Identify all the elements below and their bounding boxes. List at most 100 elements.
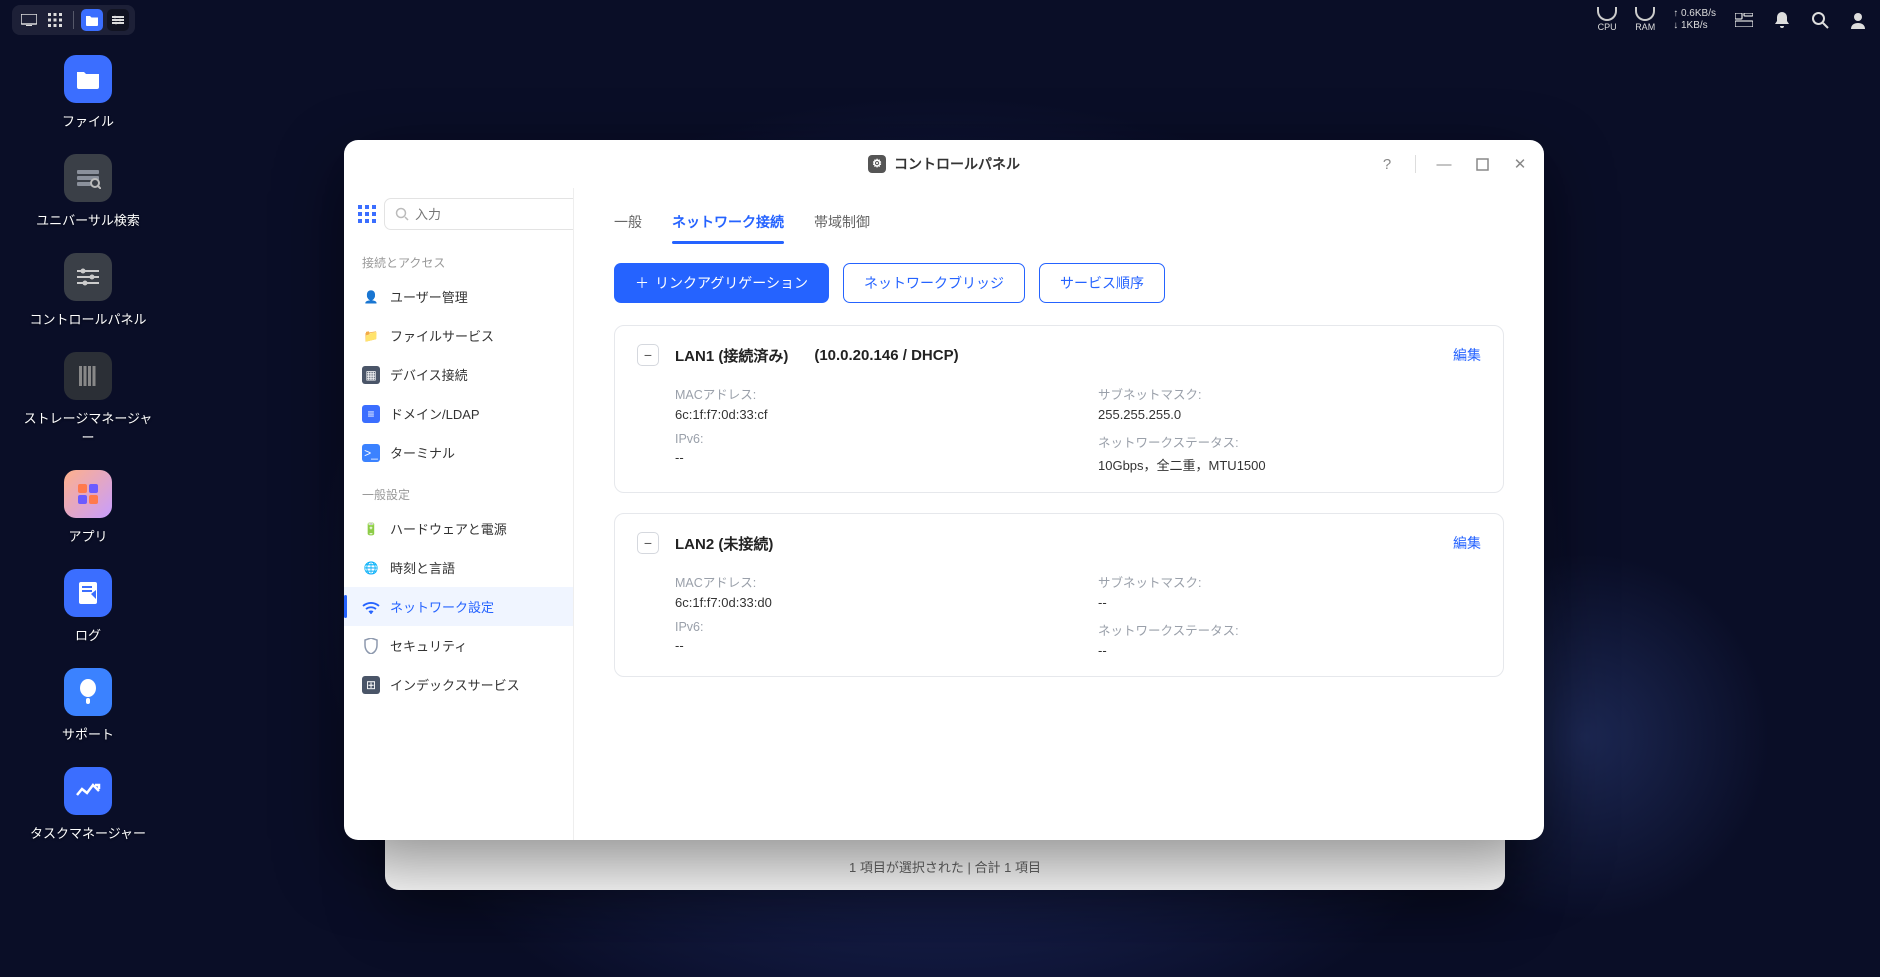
tab-bandwidth-control[interactable]: 帯域制御 [814,206,870,244]
upload-speed: ↑ 0.6KB/s [1673,8,1716,20]
desktop-icon-support[interactable]: サポート [18,668,158,743]
edit-button[interactable]: 編集 [1453,533,1481,553]
desktop-icon-control-panel[interactable]: コントロールパネル [18,253,158,328]
desktop-icon-apps[interactable]: アプリ [18,470,158,545]
help-icon[interactable]: ? [1377,154,1397,174]
cpu-label: CPU [1598,23,1617,33]
sidebar-item-label: インデックスサービス [390,675,520,694]
icon-label: コントロールパネル [29,309,146,328]
button-label: リンクアグリゲーション [655,273,808,293]
download-speed: ↓ 1KB/s [1673,20,1716,32]
sidebar-item-user-management[interactable]: 👤ユーザー管理 [344,277,573,316]
icon-label: サポート [62,724,114,743]
search-icon[interactable] [1810,10,1830,30]
sidebar-item-domain-ldap[interactable]: ≡ドメイン/LDAP [344,394,573,433]
network-bridge-button[interactable]: ネットワークブリッジ [843,263,1025,303]
sidebar-item-security[interactable]: セキュリティ [344,626,573,665]
edit-button[interactable]: 編集 [1453,345,1481,365]
desktop-icon[interactable] [18,9,40,31]
control-panel-taskbar-icon[interactable] [107,9,129,31]
titlebar: ⚙ コントロールパネル ? — ✕ [344,140,1544,188]
search-input[interactable] [415,207,574,222]
sidebar-item-terminal[interactable]: >_ターミナル [344,433,573,472]
close-button[interactable]: ✕ [1510,154,1530,174]
icon-label: ストレージマネージャー [18,408,158,446]
desktop-icons: ファイル ユニバーサル検索 コントロールパネル ストレージマネージャー アプリ … [18,55,158,842]
sidebar: 接続とアクセス 👤ユーザー管理 📁ファイルサービス ▦デバイス接続 ≡ドメイン/… [344,188,574,840]
mac-label: MACアドレス: [675,384,1058,403]
status-value: 10Gbps，全二重，MTU1500 [1098,455,1481,474]
link-aggregation-button[interactable]: ＋ リンクアグリゲーション [614,263,829,303]
subnet-value: -- [1098,595,1481,610]
subnet-label: サブネットマスク: [1098,384,1481,403]
tab-network-connection[interactable]: ネットワーク接続 [672,206,784,244]
widgets-icon[interactable] [1734,10,1754,30]
notifications-icon[interactable] [1772,10,1792,30]
plus-icon: ＋ [635,273,649,293]
sidebar-item-label: ネットワーク設定 [390,597,494,616]
minimize-button[interactable]: — [1434,154,1454,174]
subnet-value: 255.255.255.0 [1098,407,1481,422]
action-buttons: ＋ リンクアグリゲーション ネットワークブリッジ サービス順序 [614,263,1504,303]
network-speeds: ↑ 0.6KB/s ↓ 1KB/s [1673,8,1716,32]
service-order-button[interactable]: サービス順序 [1039,263,1165,303]
taskbar: CPU RAM ↑ 0.6KB/s ↓ 1KB/s [0,0,1880,40]
icon-label: タスクマネージャー [30,823,146,842]
sidebar-item-file-service[interactable]: 📁ファイルサービス [344,316,573,355]
collapse-button[interactable]: − [637,532,659,554]
ipv6-value: -- [675,450,1058,465]
sidebar-item-device-connection[interactable]: ▦デバイス接続 [344,355,573,394]
sidebar-item-label: 時刻と言語 [390,558,455,577]
sidebar-item-label: デバイス接続 [390,365,468,384]
sidebar-item-hardware-power[interactable]: 🔋ハードウェアと電源 [344,509,573,548]
ram-label: RAM [1635,23,1655,33]
desktop-icon-storage-manager[interactable]: ストレージマネージャー [18,352,158,446]
maximize-button[interactable] [1472,154,1492,174]
ipv6-label: IPv6: [675,432,1058,446]
desktop-icon-logs[interactable]: ログ [18,569,158,644]
sidebar-item-label: ユーザー管理 [390,287,468,306]
mac-label: MACアドレス: [675,572,1058,591]
icon-label: ログ [75,625,101,644]
desktop-icon-files[interactable]: ファイル [18,55,158,130]
sidebar-section-general: 一般設定 [344,472,573,509]
sidebar-item-label: セキュリティ [390,636,467,655]
status-label: ネットワークステータス: [1098,432,1481,451]
files-taskbar-icon[interactable] [81,9,103,31]
sidebar-item-network-settings[interactable]: ネットワーク設定 [344,587,573,626]
tab-general[interactable]: 一般 [614,206,642,244]
sidebar-item-label: ドメイン/LDAP [390,404,480,423]
sidebar-item-index-service[interactable]: ⊞インデックスサービス [344,665,573,704]
lan1-card: − LAN1 (接続済み) (10.0.20.146 / DHCP) 編集 MA… [614,325,1504,493]
mac-value: 6c:1f:f7:0d:33:cf [675,407,1058,422]
ram-meter[interactable]: RAM [1635,7,1655,33]
taskbar-right: CPU RAM ↑ 0.6KB/s ↓ 1KB/s [1597,7,1868,33]
tabs: 一般 ネットワーク接続 帯域制御 [614,206,1504,245]
subnet-label: サブネットマスク: [1098,572,1481,591]
lan1-title: LAN1 (接続済み) [675,345,788,366]
separator [1415,155,1416,173]
cpu-meter[interactable]: CPU [1597,7,1617,33]
main-content: 一般 ネットワーク接続 帯域制御 ＋ リンクアグリゲーション ネットワークブリッジ… [574,188,1544,840]
apps-grid-icon[interactable] [358,200,376,228]
sidebar-item-label: ターミナル [390,443,455,462]
icon-label: アプリ [68,526,107,545]
sidebar-item-time-language[interactable]: 🌐時刻と言語 [344,548,573,587]
sidebar-item-label: ファイルサービス [390,326,494,345]
control-panel-icon: ⚙ [868,155,886,173]
collapse-button[interactable]: − [637,344,659,366]
apps-grid-icon[interactable] [44,9,66,31]
search-icon [395,207,409,221]
ipv6-label: IPv6: [675,620,1058,634]
desktop-icon-universal-search[interactable]: ユニバーサル検索 [18,154,158,229]
status-label: ネットワークステータス: [1098,620,1481,639]
mac-value: 6c:1f:f7:0d:33:d0 [675,595,1058,610]
desktop-icon-task-manager[interactable]: タスクマネージャー [18,767,158,842]
window-title: コントロールパネル [894,154,1020,174]
control-panel-window: ⚙ コントロールパネル ? — ✕ 接続とアクセス 👤ユーザー管理 📁ファイルサ… [344,140,1544,840]
sidebar-search[interactable] [384,198,574,230]
status-value: -- [1098,643,1481,658]
user-icon[interactable] [1848,10,1868,30]
sidebar-item-label: ハードウェアと電源 [390,519,507,538]
taskbar-left [12,5,135,35]
